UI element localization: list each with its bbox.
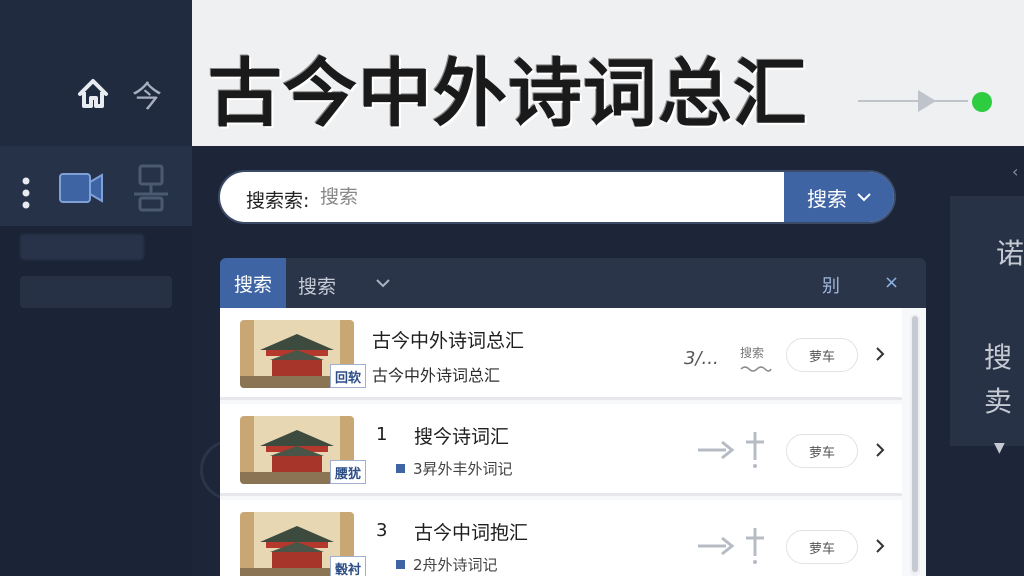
sidebar-header <box>0 0 192 146</box>
result-title: 搜今诗词汇 <box>414 426 510 448</box>
thumbnail-badge: 腰犹 <box>330 460 366 484</box>
result-action-button[interactable]: 萝车 <box>786 530 858 564</box>
list-item[interactable]: 回软 古今中外诗词总汇 古今中外诗词总汇 3/... 搜索 萝车 <box>220 308 902 400</box>
result-tag: 搜索 <box>740 346 765 360</box>
result-subtitle: 古今中外诗词总汇 <box>372 366 501 385</box>
page-title: 古今中外诗词总汇 <box>208 51 808 137</box>
result-number: 3 <box>376 520 388 541</box>
home-icon[interactable] <box>74 74 112 112</box>
dagger-icon <box>746 528 764 564</box>
result-action-button[interactable]: 萝车 <box>786 338 858 372</box>
thumbnail-badge: 回软 <box>330 364 366 388</box>
sidebar-placeholder <box>20 276 172 308</box>
chevron-right-icon[interactable] <box>874 538 886 554</box>
tab-action-label[interactable]: 别 <box>822 272 840 298</box>
result-title: 古今中词抱汇 <box>414 522 529 544</box>
search-label: 搜索索: <box>246 190 310 212</box>
search-bar: 搜索索: 搜索 <box>220 172 894 222</box>
caret-down-icon[interactable]: ▼ <box>994 440 1005 456</box>
results-panel: 搜索 搜索 别 × 回软 古今中外诗词总汇 古今中外诗词总汇 3/... 搜索 … <box>220 258 926 576</box>
result-count: 3/... <box>684 348 719 369</box>
sidebar-app-char: 今 <box>132 80 162 115</box>
search-input[interactable] <box>320 180 780 214</box>
sidebar-placeholder <box>20 234 144 260</box>
bullet-square-icon <box>396 560 405 569</box>
app-header: 古今中外诗词总汇 <box>192 0 1024 146</box>
arrow-right-icon <box>698 440 735 460</box>
chevron-down-icon[interactable] <box>374 274 392 292</box>
tab-search-active[interactable]: 搜索 <box>220 258 286 308</box>
result-action-button[interactable]: 萝车 <box>786 434 858 468</box>
chevron-right-icon[interactable] <box>874 346 886 362</box>
results-tabs: 搜索 搜索 别 × <box>220 258 926 308</box>
list-item[interactable]: 毂衬 3 古今中词抱汇 2舟外诗词记 萝车 <box>220 500 902 576</box>
tree-icon[interactable] <box>130 164 172 214</box>
chevron-right-icon[interactable] <box>874 442 886 458</box>
scrollbar-thumb[interactable] <box>912 316 918 572</box>
thumbnail-badge: 毂衬 <box>330 556 366 576</box>
header-divider <box>858 100 968 102</box>
search-button-label: 搜索 <box>807 186 847 211</box>
side-panel-text: 搜 卖 <box>984 341 1013 418</box>
more-dots-icon[interactable] <box>20 176 32 210</box>
result-subtitle: 2舟外诗词记 <box>396 554 498 575</box>
close-icon[interactable]: × <box>884 272 899 293</box>
result-subtitle: 3昇外丰外词记 <box>396 458 513 479</box>
dagger-icon <box>746 432 764 468</box>
list-item[interactable]: 腰犹 1 搜今诗词汇 3昇外丰外词记 萝车 <box>220 404 902 496</box>
arrow-right-icon <box>698 536 735 556</box>
bullet-square-icon <box>396 464 405 473</box>
chevron-down-icon <box>857 193 871 202</box>
side-panel-text: 诺 <box>996 237 1024 270</box>
result-title: 古今中外诗词总汇 <box>372 330 525 352</box>
results-list: 回软 古今中外诗词总汇 古今中外诗词总汇 3/... 搜索 萝车 腰犹 1 搜今… <box>220 308 926 576</box>
status-dot <box>972 92 992 112</box>
play-arrow-icon <box>918 90 936 112</box>
video-icon[interactable] <box>58 168 104 208</box>
search-button[interactable]: 搜索 <box>784 172 894 222</box>
result-number: 1 <box>376 424 388 445</box>
wave-icon <box>740 366 772 372</box>
chevron-left-icon[interactable]: ‹ <box>1012 162 1018 181</box>
tab-search[interactable]: 搜索 <box>298 272 336 299</box>
